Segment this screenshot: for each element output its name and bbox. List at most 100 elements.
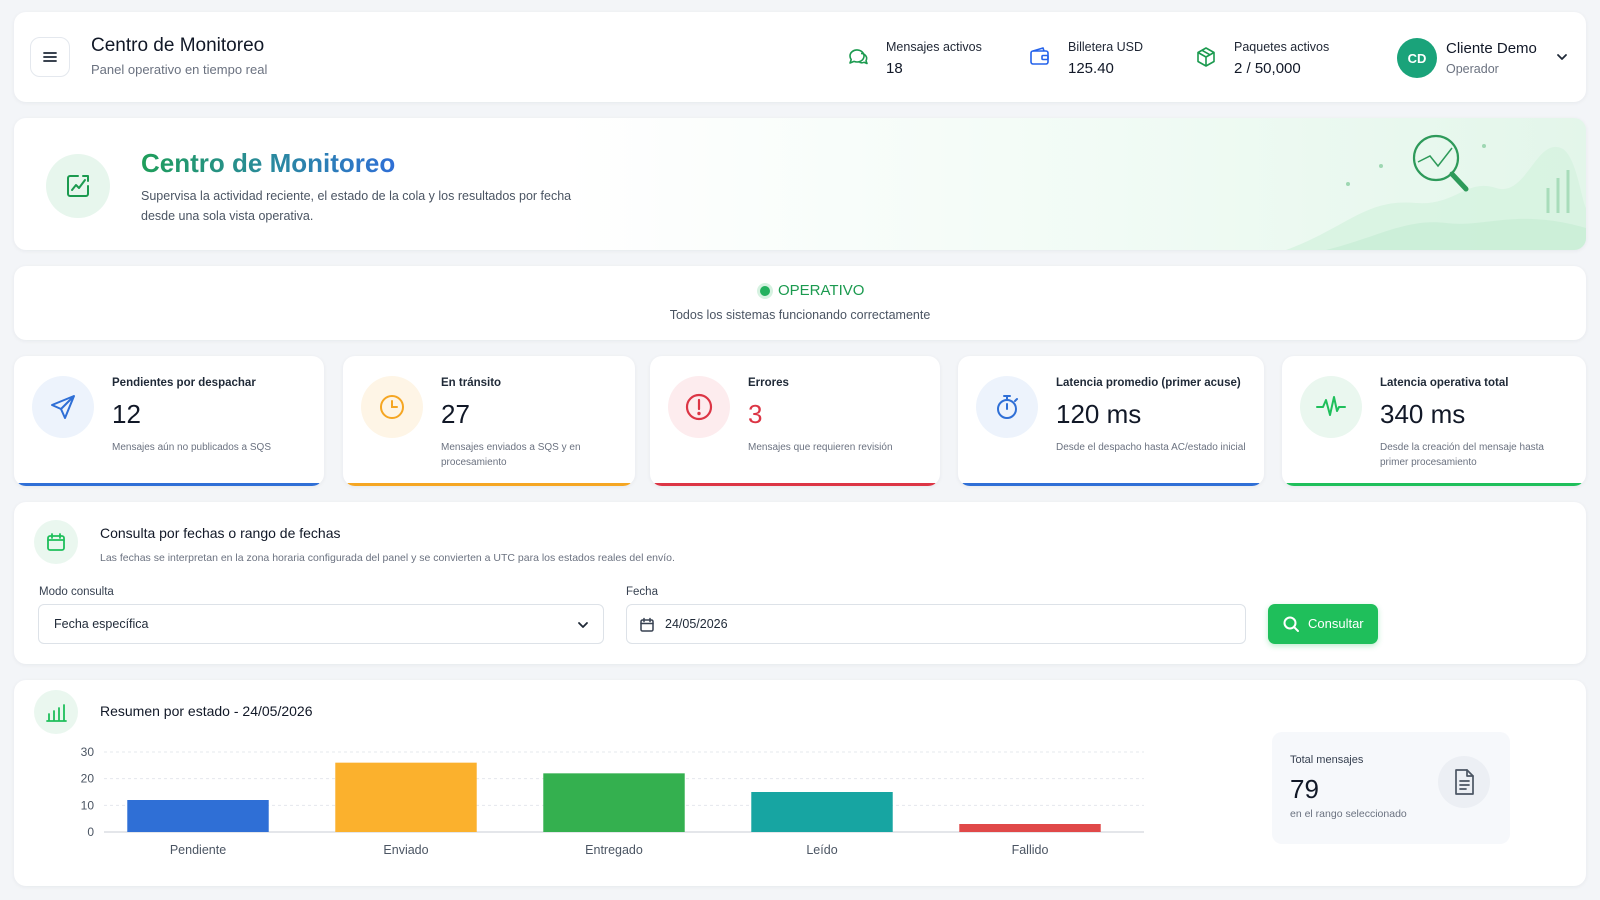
date-input[interactable]: 24/05/2026 xyxy=(626,604,1246,644)
chevron-down-icon[interactable] xyxy=(1554,49,1570,65)
chip-value: 2 / 50,000 xyxy=(1234,60,1301,77)
chevron-down-icon xyxy=(578,622,588,628)
chip-label: Mensajes activos xyxy=(886,40,982,54)
consult-button-label: Consultar xyxy=(1308,616,1364,631)
mode-label: Modo consulta xyxy=(39,586,114,598)
kpi-description: Desde el despacho hasta AC/estado inicia… xyxy=(1056,442,1246,453)
x-tick-label: Pendiente xyxy=(170,843,226,857)
kpi-description: Desde la creación del mensaje hasta prim… xyxy=(1380,442,1544,468)
date-query-panel: Consulta por fechas o rango de fechas La… xyxy=(14,502,1586,664)
kpi-description: Mensajes aún no publicados a SQS xyxy=(112,442,271,453)
consult-button[interactable]: Consultar xyxy=(1268,604,1378,644)
kpi-value: 3 xyxy=(748,399,763,429)
user-name[interactable]: Cliente Demo xyxy=(1446,40,1537,57)
x-tick-label: Fallido xyxy=(1012,843,1049,857)
alert-icon xyxy=(685,393,713,421)
chip-value: 125.40 xyxy=(1068,60,1114,77)
system-status-card: OPERATIVO Todos los sistemas funcionando… xyxy=(14,266,1586,340)
total-value: 79 xyxy=(1290,774,1319,804)
app-subtitle: Panel operativo en tiempo real xyxy=(91,62,268,77)
x-tick-label: Leído xyxy=(806,843,837,857)
wallet-chip[interactable]: Billetera USD 125.40 xyxy=(1014,27,1162,87)
bar-leído[interactable] xyxy=(751,792,893,832)
summary-title: Resumen por estado - 24/05/2026 xyxy=(100,703,313,719)
kpi-in-transit[interactable]: En tránsito 27 Mensajes enviados a SQS y… xyxy=(343,356,635,486)
top-header: Centro de Monitoreo Panel operativo en t… xyxy=(14,12,1586,102)
kpi-label: Latencia operativa total xyxy=(1380,377,1509,389)
kpi-value: 340 ms xyxy=(1380,399,1466,429)
package-icon xyxy=(1194,45,1218,69)
hamburger-icon xyxy=(43,52,57,62)
chip-label: Billetera USD xyxy=(1068,40,1144,54)
bar-entregado[interactable] xyxy=(543,773,685,832)
chat-icon xyxy=(846,45,870,69)
kpi-description: Mensajes enviados a SQS y en procesamien… xyxy=(441,442,581,468)
status-message: Todos los sistemas funcionando correctam… xyxy=(669,308,931,322)
total-icon-circle xyxy=(1438,756,1490,808)
query-icon-circle xyxy=(34,520,78,564)
kpi-accent-bar xyxy=(654,483,936,486)
bar-fallido[interactable] xyxy=(959,824,1101,832)
kpi-label: Pendientes por despachar xyxy=(112,377,256,389)
kpi-accent-bar xyxy=(1286,483,1582,486)
user-role: Operador xyxy=(1446,62,1499,76)
kpi-value: 27 xyxy=(441,399,470,429)
kpi-icon-circle xyxy=(1300,376,1362,438)
clock-icon xyxy=(380,395,404,419)
status-summary-panel: Resumen por estado - 24/05/2026 0 10 20 30 P… xyxy=(14,680,1586,886)
stopwatch-icon xyxy=(997,395,1018,419)
hero-banner: Centro de Monitoreo Supervisa la activid… xyxy=(14,118,1586,250)
kpi-label: En tránsito xyxy=(441,377,502,389)
total-messages-card: Total mensajes 79 en el rango selecciona… xyxy=(1272,732,1510,844)
menu-toggle-button[interactable] xyxy=(30,37,70,77)
kpi-avg-latency[interactable]: Latencia promedio (primer acuse) 120 ms … xyxy=(958,356,1264,486)
app-title: Centro de Monitoreo xyxy=(91,35,265,56)
x-tick-label: Entregado xyxy=(585,843,643,857)
kpi-label: Errores xyxy=(748,377,789,389)
kpi-accent-bar xyxy=(962,483,1260,486)
bar-chart-icon xyxy=(46,704,67,722)
status-dot xyxy=(760,286,770,296)
y-tick-label: 0 xyxy=(87,825,94,839)
hero-description: Supervisa la actividad reciente, el esta… xyxy=(141,189,572,223)
hero-illustration xyxy=(1286,134,1586,250)
date-label: Fecha xyxy=(626,586,658,598)
hero-icon-circle xyxy=(46,154,110,218)
query-mode-select[interactable]: Fecha específica xyxy=(38,604,604,644)
kpi-value: 120 ms xyxy=(1056,399,1142,429)
query-subtitle: Las fechas se interpretan en la zona hor… xyxy=(100,552,675,564)
hero-title: Centro de Monitoreo xyxy=(141,148,396,178)
kpi-label: Latencia promedio (primer acuse) xyxy=(1056,377,1241,389)
kpi-icon-circle xyxy=(32,376,94,438)
document-icon xyxy=(1455,769,1474,795)
total-label: Total mensajes xyxy=(1290,754,1364,766)
total-subtitle: en el rango seleccionado xyxy=(1290,808,1407,820)
calendar-icon xyxy=(47,533,65,551)
date-value: 24/05/2026 xyxy=(665,617,728,631)
bar-pendiente[interactable] xyxy=(127,800,269,832)
x-tick-label: Enviado xyxy=(383,843,428,857)
kpi-accent-bar xyxy=(347,483,631,486)
query-mode-value: Fecha específica xyxy=(54,617,149,631)
status-bar-chart: 0 10 20 30 Pendiente Enviado Entregado Leído Fal… xyxy=(81,745,1144,857)
kpi-errors[interactable]: Errores 3 Mensajes que requieren revisió… xyxy=(650,356,940,486)
send-icon xyxy=(51,395,75,419)
calendar-icon xyxy=(640,617,654,632)
kpi-value: 12 xyxy=(112,399,141,429)
kpi-accent-bar xyxy=(18,483,320,486)
y-tick-label: 30 xyxy=(81,745,95,759)
chip-value: 18 xyxy=(886,60,903,77)
kpi-total-latency[interactable]: Latencia operativa total 340 ms Desde la… xyxy=(1282,356,1586,486)
y-tick-label: 20 xyxy=(81,772,95,786)
summary-icon-circle xyxy=(34,690,78,734)
wallet-icon xyxy=(1028,45,1052,69)
packages-chip[interactable]: Paquetes activos 2 / 50,000 xyxy=(1180,27,1348,87)
search-icon xyxy=(1283,616,1299,632)
active-messages-chip[interactable]: Mensajes activos 18 xyxy=(832,27,996,87)
bar-enviado[interactable] xyxy=(335,762,477,832)
pulse-icon xyxy=(1316,396,1346,416)
avatar[interactable]: CD xyxy=(1397,38,1437,78)
kpi-description: Mensajes que requieren revisión xyxy=(748,442,893,453)
kpi-pending[interactable]: Pendientes por despachar 12 Mensajes aún… xyxy=(14,356,324,486)
kpi-icon-circle xyxy=(976,376,1038,438)
